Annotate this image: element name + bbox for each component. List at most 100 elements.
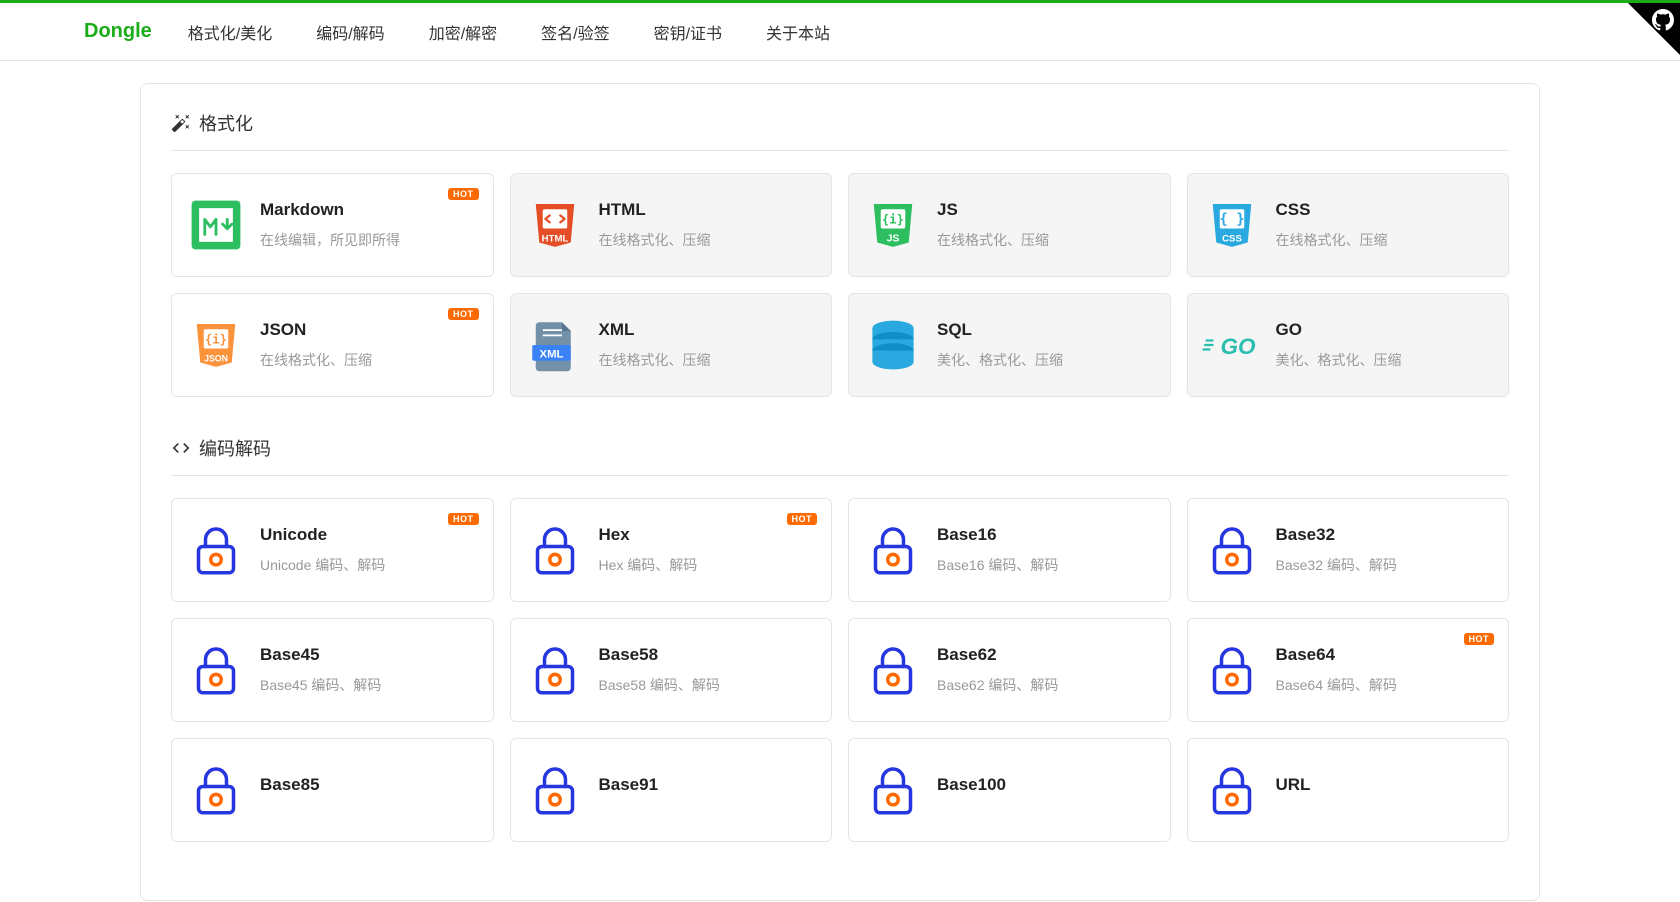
tool-card-base32[interactable]: Base32 Base32 编码、解码 — [1187, 498, 1510, 602]
lock-icon — [525, 760, 585, 820]
card-body: Base62 Base62 编码、解码 — [937, 645, 1156, 695]
card-body: Base91 — [599, 775, 818, 805]
tool-card-js[interactable]: {i} JS JS在线格式化、压缩 — [848, 173, 1171, 277]
nav-item-encode[interactable]: 编码/解码 — [316, 20, 384, 44]
svg-text:JSON: JSON — [204, 354, 228, 364]
hot-badge: HOT — [787, 513, 818, 525]
card-description: Unicode 编码、解码 — [260, 555, 479, 575]
card-description: 美化、格式化、压缩 — [937, 350, 1156, 370]
card-body: URL — [1276, 775, 1495, 805]
card-body: Base16Base16 编码、解码 — [937, 525, 1156, 575]
wand-icon — [171, 113, 191, 133]
card-description: Base64 编码、解码 — [1276, 675, 1495, 695]
card-title: URL — [1276, 775, 1495, 795]
tool-card-base58[interactable]: Base58Base58 编码、解码 — [510, 618, 833, 722]
card-body: SQL美化、格式化、压缩 — [937, 320, 1156, 370]
card-title: XML — [599, 320, 818, 340]
tool-card-markdown[interactable]: Markdown 在线编辑，所见即所得 HOT — [171, 173, 494, 277]
card-body: Base64 Base64 编码、解码 — [1276, 645, 1495, 695]
card-description: 在线格式化、压缩 — [937, 230, 1156, 250]
svg-text:GO: GO — [1220, 334, 1256, 359]
card-title: CSS — [1276, 200, 1495, 220]
card-title: Base58 — [599, 645, 818, 665]
card-description: Base45 编码、解码 — [260, 675, 479, 695]
lock-icon — [186, 640, 246, 700]
svg-text:HTML: HTML — [541, 234, 568, 245]
card-description: Hex 编码、解码 — [599, 555, 818, 575]
svg-text:CSS: CSS — [1222, 234, 1242, 245]
card-title: Base32 — [1276, 525, 1495, 545]
nav-item-format[interactable]: 格式化/美化 — [188, 20, 272, 44]
tool-card-base100[interactable]: Base100 — [848, 738, 1171, 842]
card-grid-encode: UnicodeUnicode 编码、解码HOT HexHex 编码、解码HOT … — [171, 498, 1509, 842]
card-body: Base58Base58 编码、解码 — [599, 645, 818, 695]
tool-card-html[interactable]: HTML HTML 在线格式化、压缩 — [510, 173, 833, 277]
card-description: 在线编辑，所见即所得 — [260, 230, 479, 250]
tool-card-base45[interactable]: Base45 Base45 编码、解码 — [171, 618, 494, 722]
card-title: Base62 — [937, 645, 1156, 665]
main-container: 格式化 Markdown 在线编辑，所见即所得 HOT HTML HTML 在线格式化… — [140, 83, 1540, 901]
xml-icon: XML — [525, 315, 585, 375]
hot-badge: HOT — [448, 188, 479, 200]
tool-card-base62[interactable]: Base62 Base62 编码、解码 — [848, 618, 1171, 722]
lock-icon — [1202, 520, 1262, 580]
card-description: 在线格式化、压缩 — [260, 350, 479, 370]
html-icon: HTML — [525, 195, 585, 255]
svg-text:JS: JS — [887, 233, 900, 245]
card-title: Hex — [599, 525, 818, 545]
section-header-format: 格式化 — [171, 100, 1509, 151]
card-title: Base85 — [260, 775, 479, 795]
tool-card-base91[interactable]: Base91 — [510, 738, 833, 842]
lock-icon — [525, 640, 585, 700]
brand-logo[interactable]: Dongle — [84, 20, 152, 43]
card-title: JSON — [260, 320, 479, 340]
tool-card-hex[interactable]: Hex Hex 编码、解码 HOT — [510, 498, 833, 602]
card-description: 在线格式化、压缩 — [599, 350, 818, 370]
go-icon: GO — [1202, 315, 1262, 375]
lock-icon — [863, 520, 923, 580]
lock-icon — [1202, 760, 1262, 820]
tool-card-css[interactable]: { } CSS CSS在线格式化、压缩 — [1187, 173, 1510, 277]
card-title: HTML — [599, 200, 818, 220]
card-title: Base100 — [937, 775, 1156, 795]
card-description: Base62 编码、解码 — [937, 675, 1156, 695]
lock-icon — [863, 760, 923, 820]
card-title: Base64 — [1276, 645, 1495, 665]
tool-card-unicode[interactable]: UnicodeUnicode 编码、解码HOT — [171, 498, 494, 602]
nav-item-sign[interactable]: 签名/验签 — [541, 20, 609, 44]
js-icon: {i} JS — [863, 195, 923, 255]
card-body: UnicodeUnicode 编码、解码 — [260, 525, 479, 575]
nav-item-key[interactable]: 密钥/证书 — [654, 20, 722, 44]
tool-card-base16[interactable]: Base16Base16 编码、解码 — [848, 498, 1171, 602]
svg-text:{i}: {i} — [882, 212, 904, 226]
card-title: Base45 — [260, 645, 479, 665]
tool-card-xml[interactable]: XML XML 在线格式化、压缩 — [510, 293, 833, 397]
section-title: 格式化 — [199, 110, 253, 136]
card-body: HTML 在线格式化、压缩 — [599, 200, 818, 250]
card-description: Base16 编码、解码 — [937, 555, 1156, 575]
json-icon: {i} JSON — [186, 315, 246, 375]
card-title: Markdown — [260, 200, 479, 220]
card-grid-format: Markdown在线编辑，所见即所得HOT HTML HTML在线格式化、压缩 … — [171, 173, 1509, 397]
card-title: Base91 — [599, 775, 818, 795]
card-body: Markdown 在线编辑，所见即所得 — [260, 200, 479, 250]
card-description: 美化、格式化、压缩 — [1276, 350, 1495, 370]
card-body: JS在线格式化、压缩 — [937, 200, 1156, 250]
card-body: Base85 — [260, 775, 479, 805]
card-body: Base45 Base45 编码、解码 — [260, 645, 479, 695]
tool-card-url[interactable]: URL — [1187, 738, 1510, 842]
tool-card-json[interactable]: {i} JSON JSON在线格式化、压缩HOT — [171, 293, 494, 397]
tool-card-sql[interactable]: SQL美化、格式化、压缩 — [848, 293, 1171, 397]
card-description: 在线格式化、压缩 — [599, 230, 818, 250]
nav-item-about[interactable]: 关于本站 — [766, 20, 830, 44]
card-description: Base32 编码、解码 — [1276, 555, 1495, 575]
tool-card-base85[interactable]: Base85 — [171, 738, 494, 842]
tool-card-go[interactable]: GO GO美化、格式化、压缩 — [1187, 293, 1510, 397]
hot-badge: HOT — [1464, 633, 1495, 645]
svg-text:{ }: { } — [1219, 211, 1244, 227]
section-header-encode: 编码解码 — [171, 425, 1509, 476]
tool-card-base64[interactable]: Base64 Base64 编码、解码 HOT — [1187, 618, 1510, 722]
card-body: JSON 在线格式化、压缩 — [260, 320, 479, 370]
css-icon: { } CSS — [1202, 195, 1262, 255]
nav-item-encrypt[interactable]: 加密/解密 — [429, 20, 497, 44]
